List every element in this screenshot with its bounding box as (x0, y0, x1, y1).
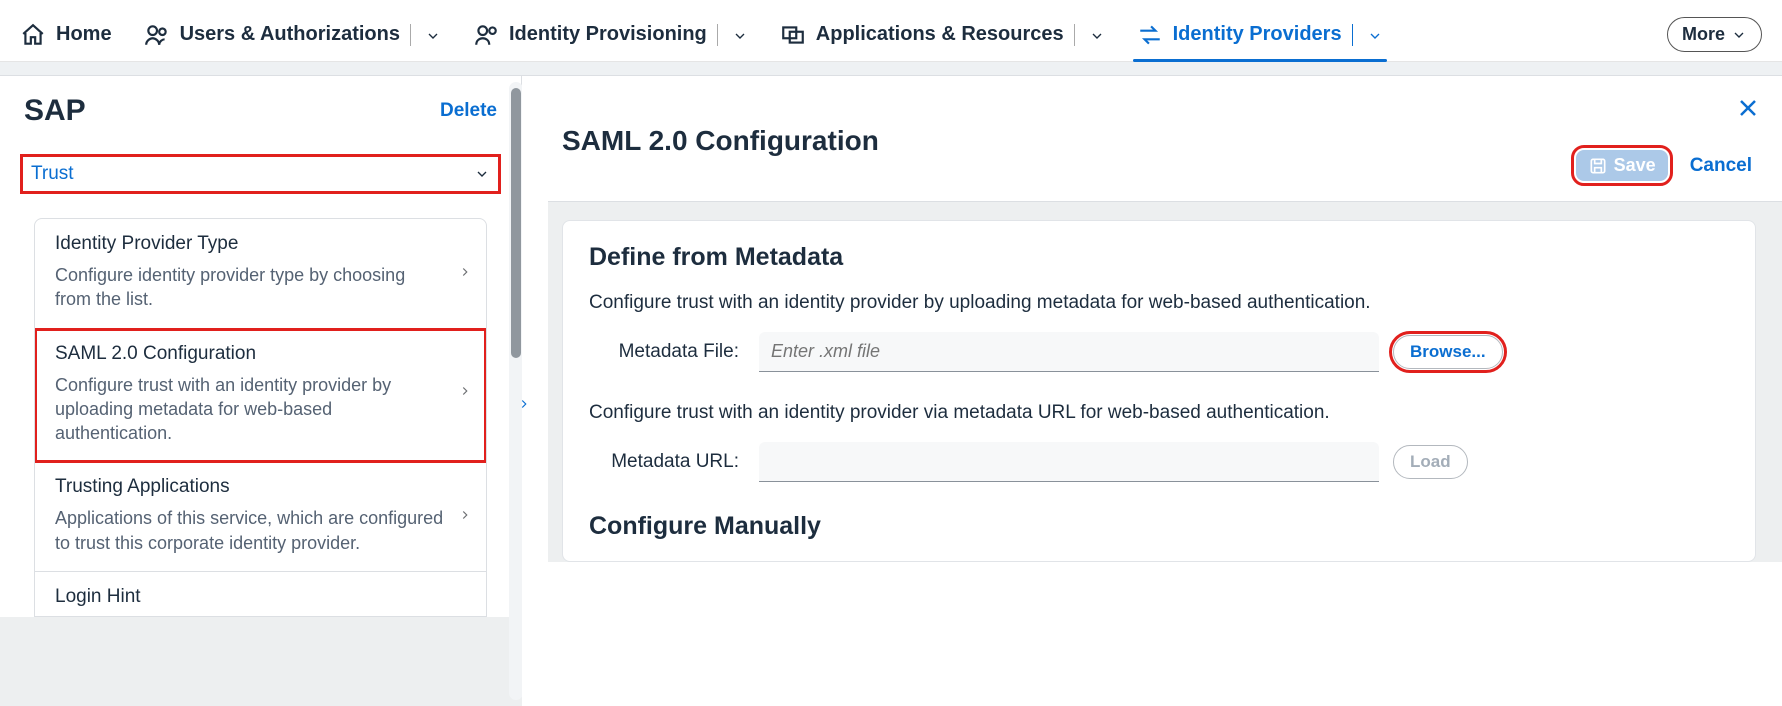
metadata-url-label: Metadata URL: (589, 451, 739, 473)
nav-identity-provisioning[interactable]: Identity Provisioning (473, 8, 748, 61)
separator-strip (0, 62, 1782, 76)
list-item-desc: Applications of this service, which are … (55, 506, 446, 555)
divider (717, 24, 718, 46)
cancel-link[interactable]: Cancel (1690, 155, 1752, 177)
section-text: Configure trust with an identity provide… (589, 402, 1729, 424)
section-text: Configure trust with an identity provide… (589, 292, 1729, 314)
chevron-down-icon[interactable] (1089, 27, 1105, 43)
divider (410, 24, 411, 46)
delete-link[interactable]: Delete (440, 100, 497, 122)
sidebar-header: SAP Delete (0, 76, 521, 138)
nav-home-label: Home (56, 23, 112, 46)
main-header: SAML 2.0 Configuration Save Cancel (548, 76, 1782, 201)
scrollbar-thumb[interactable] (511, 88, 521, 358)
sidebar: SAP Delete Trust Identity Provider Type … (0, 76, 522, 617)
nav-identity-provisioning-label: Identity Provisioning (509, 23, 707, 46)
list-item-saml-config[interactable]: SAML 2.0 Configuration Configure trust w… (35, 329, 486, 463)
chevron-down-icon (1731, 27, 1747, 43)
chevron-down-icon[interactable] (1367, 27, 1383, 43)
nav-applications-label: Applications & Resources (816, 23, 1064, 46)
metadata-file-row: Metadata File: Browse... (589, 332, 1729, 372)
browse-button[interactable]: Browse... (1393, 335, 1503, 369)
page-title: SAML 2.0 Configuration (562, 125, 879, 157)
apps-icon (780, 22, 806, 48)
action-bar: Save Cancel (1576, 150, 1752, 181)
divider (1352, 24, 1353, 46)
metadata-url-input[interactable] (759, 442, 1379, 482)
collapse-sidebar-button[interactable] (514, 390, 534, 418)
nav-identity-providers[interactable]: Identity Providers (1137, 8, 1383, 61)
chevron-right-icon (458, 384, 472, 398)
divider (1074, 24, 1075, 46)
list-item-title: Login Hint (55, 586, 446, 608)
chevron-down-icon[interactable] (425, 27, 441, 43)
section-heading: Define from Metadata (589, 243, 1729, 272)
chevron-right-icon (458, 508, 472, 522)
sync-icon (1137, 22, 1163, 48)
chevron-down-icon (474, 166, 490, 182)
main-panel: SAML 2.0 Configuration Save Cancel Defin… (522, 76, 1782, 706)
settings-list: Identity Provider Type Configure identit… (34, 218, 487, 617)
home-icon (20, 22, 46, 48)
metadata-file-input[interactable] (759, 332, 1379, 372)
save-button[interactable]: Save (1576, 150, 1668, 181)
users-icon (144, 22, 170, 48)
close-icon[interactable] (1736, 96, 1760, 120)
list-item-desc: Configure identity provider type by choo… (55, 263, 446, 312)
load-button[interactable]: Load (1393, 445, 1468, 479)
main-body: Define from Metadata Configure trust wit… (548, 201, 1782, 562)
list-item-idp-type[interactable]: Identity Provider Type Configure identit… (35, 219, 486, 329)
nav-users-label: Users & Authorizations (180, 23, 400, 46)
sidebar-title: SAP (24, 94, 86, 128)
nav-applications[interactable]: Applications & Resources (780, 8, 1105, 61)
list-item-desc: Configure trust with an identity provide… (55, 373, 446, 446)
list-item-trusting-apps[interactable]: Trusting Applications Applications of th… (35, 462, 486, 572)
section-select-trust[interactable]: Trust (20, 154, 501, 194)
top-nav: Home Users & Authorizations Identity Pro… (0, 0, 1782, 62)
chevron-down-icon[interactable] (732, 27, 748, 43)
metadata-file-label: Metadata File: (589, 341, 739, 363)
nav-home[interactable]: Home (20, 8, 112, 61)
more-label: More (1682, 24, 1725, 45)
metadata-card: Define from Metadata Configure trust wit… (562, 220, 1756, 562)
sidebar-wrap: SAP Delete Trust Identity Provider Type … (0, 76, 522, 706)
body: SAP Delete Trust Identity Provider Type … (0, 76, 1782, 706)
people-icon (473, 22, 499, 48)
list-item-login-hint[interactable]: Login Hint (35, 572, 486, 616)
save-button-label: Save (1614, 155, 1656, 176)
list-item-title: SAML 2.0 Configuration (55, 343, 446, 365)
list-item-title: Trusting Applications (55, 476, 446, 498)
chevron-right-icon (458, 265, 472, 279)
section-select-label: Trust (31, 163, 74, 185)
more-button[interactable]: More (1667, 17, 1762, 52)
section-heading: Configure Manually (589, 512, 1729, 541)
metadata-url-row: Metadata URL: Load (589, 442, 1729, 482)
nav-identity-providers-label: Identity Providers (1173, 23, 1342, 46)
list-item-title: Identity Provider Type (55, 233, 446, 255)
nav-users[interactable]: Users & Authorizations (144, 8, 441, 61)
